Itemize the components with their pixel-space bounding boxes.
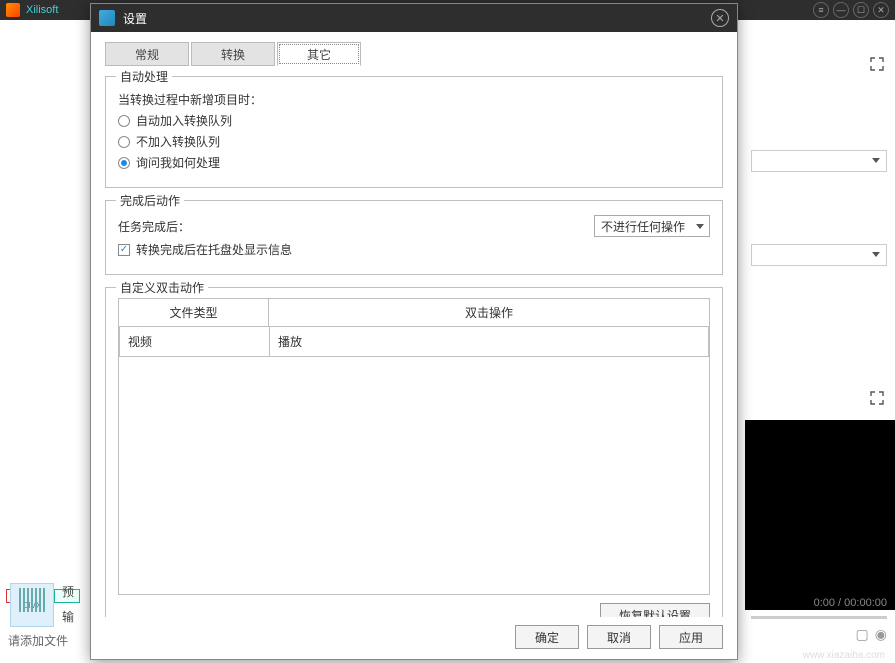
progress-bar[interactable] — [751, 616, 887, 619]
col-dblclick-action[interactable]: 双击操作 — [269, 299, 710, 327]
watermark-text: www.xiazaiba.com — [803, 650, 885, 661]
dblclick-table-body[interactable]: 视频 播放 — [118, 327, 710, 595]
app-name: Xilisoft — [26, 4, 58, 16]
radio-label: 不加入转换队列 — [136, 133, 220, 150]
settings-dialog: 设置 ✕ 常规 转换 其它 自动处理 当转换过程中新增项目时： 自动加入转换队列… — [90, 3, 738, 660]
post-action-row: 任务完成后： 不进行任何操作 — [118, 215, 710, 237]
group-auto-legend: 自动处理 — [116, 68, 172, 85]
app-logo-icon — [6, 3, 20, 17]
post-action-select[interactable]: 不进行任何操作 — [594, 215, 710, 237]
expand-preview-icon[interactable] — [869, 390, 885, 406]
dialog-icon — [99, 10, 115, 26]
expand-icon[interactable] — [869, 56, 885, 72]
tab-other[interactable]: 其它 — [277, 42, 361, 66]
video-preview — [745, 420, 895, 610]
preset-area: DIVX 预 输 — [10, 583, 74, 627]
ok-button[interactable]: 确定 — [515, 625, 579, 649]
profile-dropdown-2[interactable] — [751, 244, 887, 266]
radio-label: 询问我如何处理 — [136, 154, 220, 171]
dblclick-table: 文件类型 双击操作 — [118, 298, 710, 327]
output-label: 输 — [62, 608, 74, 625]
camera-icon[interactable]: ◉ — [875, 626, 887, 643]
tab-convert[interactable]: 转换 — [191, 42, 275, 66]
post-action-label: 任务完成后： — [118, 218, 190, 235]
menu-button[interactable]: ≡ — [813, 2, 829, 18]
divx-preset-icon[interactable]: DIVX — [10, 583, 54, 627]
tabs: 常规 转换 其它 — [105, 42, 723, 66]
dialog-title: 设置 — [123, 10, 711, 27]
cell-action: 播放 — [270, 327, 709, 357]
cell-file-type: 视频 — [120, 327, 270, 357]
group-auto-process: 自动处理 当转换过程中新增项目时： 自动加入转换队列 不加入转换队列 询问我如何… — [105, 76, 723, 188]
add-file-hint: 请添加文件 — [8, 632, 68, 649]
radio-icon — [118, 115, 130, 127]
capture-tools: ▢ ◉ — [856, 626, 887, 643]
radio-icon — [118, 157, 130, 169]
auto-prompt: 当转换过程中新增项目时： — [118, 91, 710, 108]
chevron-down-icon — [696, 224, 704, 229]
radio-label: 自动加入转换队列 — [136, 112, 232, 129]
select-value: 不进行任何操作 — [601, 218, 685, 235]
group-doubleclick: 自定义双击动作 文件类型 双击操作 视频 播放 恢复默认设置 — [105, 287, 723, 617]
time-display: 0:00 / 00:00:00 — [814, 597, 887, 609]
group-post-action: 完成后动作 任务完成后： 不进行任何操作 转换完成后在托盘处显示信息 — [105, 200, 723, 275]
col-file-type[interactable]: 文件类型 — [119, 299, 269, 327]
cancel-button[interactable]: 取消 — [587, 625, 651, 649]
tray-info-checkbox[interactable]: 转换完成后在托盘处显示信息 — [118, 241, 710, 258]
apply-button[interactable]: 应用 — [659, 625, 723, 649]
record-icon[interactable]: ▢ — [856, 626, 869, 643]
radio-auto-add[interactable]: 自动加入转换队列 — [118, 112, 710, 129]
group-post-legend: 完成后动作 — [116, 192, 184, 209]
profile-dropdown-1[interactable] — [751, 150, 887, 172]
dialog-footer: 确定 取消 应用 — [91, 617, 737, 659]
table-row[interactable]: 视频 播放 — [120, 327, 709, 357]
tab-general[interactable]: 常规 — [105, 42, 189, 66]
dialog-titlebar: 设置 ✕ — [91, 4, 737, 32]
checkbox-icon — [118, 244, 130, 256]
dialog-close-button[interactable]: ✕ — [711, 9, 729, 27]
maximize-button[interactable]: ☐ — [853, 2, 869, 18]
group-dblclick-legend: 自定义双击动作 — [116, 279, 208, 296]
radio-no-add[interactable]: 不加入转换队列 — [118, 133, 710, 150]
dialog-body: 常规 转换 其它 自动处理 当转换过程中新增项目时： 自动加入转换队列 不加入转… — [91, 32, 737, 617]
restore-defaults-button[interactable]: 恢复默认设置 — [600, 603, 710, 617]
close-window-button[interactable]: ✕ — [873, 2, 889, 18]
radio-icon — [118, 136, 130, 148]
checkbox-label: 转换完成后在托盘处显示信息 — [136, 241, 292, 258]
minimize-button[interactable]: — — [833, 2, 849, 18]
preset-label: 预 — [62, 583, 74, 600]
radio-ask-me[interactable]: 询问我如何处理 — [118, 154, 710, 171]
